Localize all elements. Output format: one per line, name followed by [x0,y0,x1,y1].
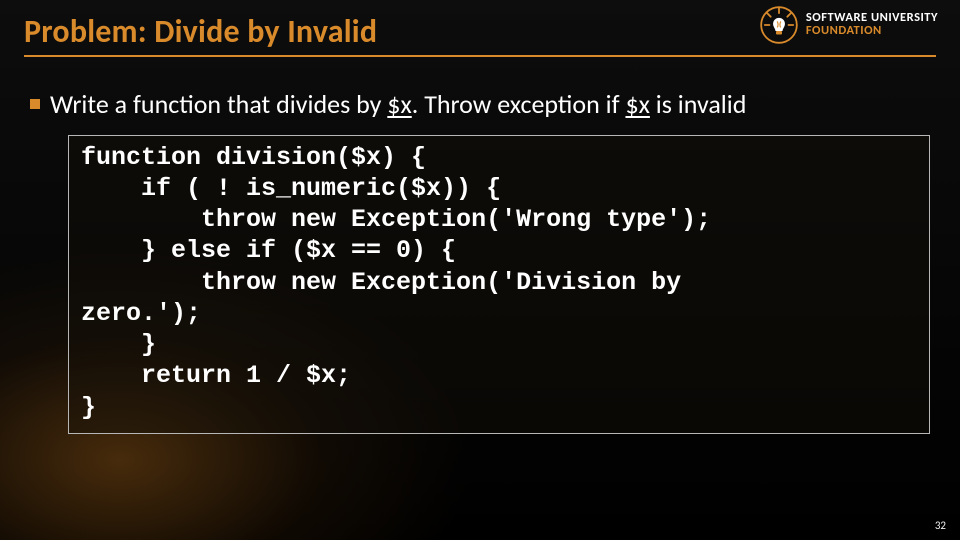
bullet-text-pre: Write a function that divides by [50,88,387,120]
slide-body: Write a function that divides by $x. Thr… [30,88,930,434]
code-line: throw new Exception('Wrong type'); [81,205,711,234]
page-number: 32 [935,519,946,532]
code-line: return 1 / $x; [81,361,351,390]
lightbulb-icon [760,6,798,44]
bullet-text-post: is invalid [650,88,747,120]
code-line: } [81,393,96,422]
code-line: } [81,330,156,359]
code-line: function division($x) { [81,143,426,172]
bullet-square-icon [30,99,40,109]
code-line: if ( ! is_numeric($x)) { [81,174,501,203]
bullet-var1: $x [387,88,411,120]
title-underline [24,55,936,57]
bullet-var2: $x [625,88,649,120]
brand-logo: SOFTWARE UNIVERSITY FOUNDATION [760,6,938,44]
bullet-item: Write a function that divides by $x. Thr… [30,88,930,121]
brand-text: SOFTWARE UNIVERSITY FOUNDATION [806,12,938,38]
code-line: zero.'); [81,299,201,328]
bullet-text: Write a function that divides by $x. Thr… [50,88,746,121]
code-block: function division($x) { if ( ! is_numeri… [68,135,930,434]
brand-line2: FOUNDATION [806,25,938,38]
bullet-text-mid: . Throw exception if [412,88,626,120]
slide: Problem: Divide by Invalid SOFTWARE UNIV… [0,0,960,540]
code-line: throw new Exception('Division by [81,268,696,297]
code-line: } else if ($x == 0) { [81,236,456,265]
